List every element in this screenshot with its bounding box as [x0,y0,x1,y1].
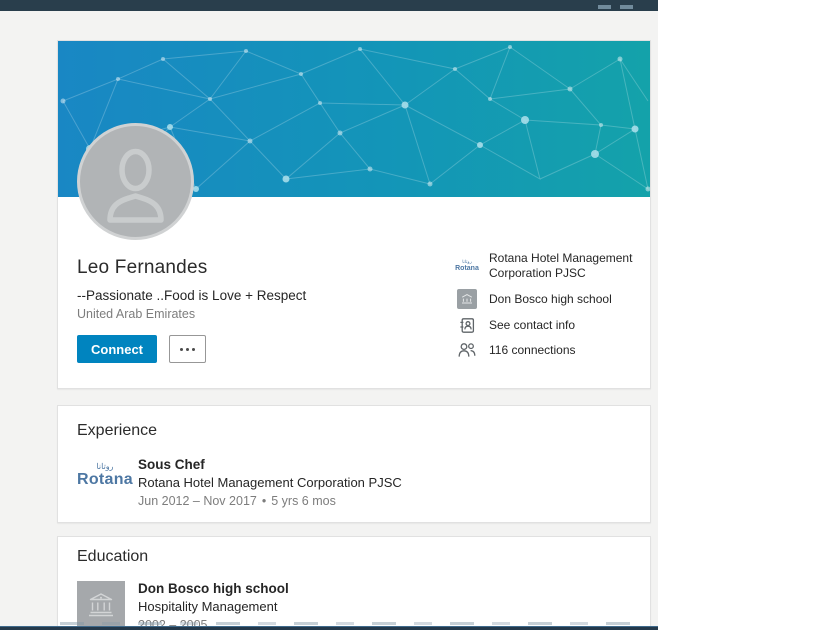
experience-section-title: Experience [77,422,157,440]
highlight-education[interactable]: Don Bosco high school [454,287,634,311]
nav-text-fragment [598,5,611,9]
education-degree: Hospitality Management [138,600,289,614]
profile-intro-card: Leo Fernandes --Passionate ..Food is Lov… [57,40,651,389]
profile-avatar[interactable] [77,123,194,240]
highlight-label: Don Bosco high school [489,292,634,307]
bank-building-icon [86,590,116,620]
education-section-title: Education [77,548,148,566]
experience-role: Sous Chef [138,458,402,472]
highlight-label: Rotana Hotel Management Corporation PJSC [489,251,634,281]
browser-viewport: Leo Fernandes --Passionate ..Food is Lov… [0,0,819,630]
connections-icon [454,342,480,358]
education-section-card: Education Don Bosco high school Hospital… [57,536,651,630]
connect-button[interactable]: Connect [77,335,157,363]
experience-section-card: Experience روتانا Rotana Sous Chef Rotan… [57,405,651,523]
highlight-label: See contact info [489,318,634,333]
profile-actions: Connect [77,335,206,363]
education-school: Don Bosco high school [138,582,289,596]
profile-headline: --Passionate ..Food is Love + Respect [77,288,306,303]
rotana-logo-icon: روتانا Rotana [454,260,480,273]
rotana-company-logo[interactable]: روتانا Rotana [74,463,136,488]
experience-entry[interactable]: Sous Chef Rotana Hotel Management Corpor… [138,458,402,508]
experience-dates: Jun 2012 – Nov 2017•5 yrs 6 mos [138,494,402,508]
ellipsis-icon [180,348,183,351]
profile-location: United Arab Emirates [77,307,195,321]
highlight-contact-info[interactable]: See contact info [454,313,634,337]
highlight-label: 116 connections [489,343,634,358]
bottom-bar-cutoff [0,626,658,630]
linkedin-page: Leo Fernandes --Passionate ..Food is Lov… [0,0,658,630]
nav-text-fragment [620,5,633,9]
school-icon [454,289,480,309]
contact-card-icon [454,317,480,334]
profile-name: Leo Fernandes [77,257,207,279]
more-options-button[interactable] [169,335,206,363]
person-silhouette-icon [80,126,191,237]
highlight-connections[interactable]: 116 connections [454,338,634,362]
experience-company: Rotana Hotel Management Corporation PJSC [138,476,402,490]
footer-text-fragments [60,622,645,625]
top-nav-bar-cutoff [0,0,658,11]
highlight-current-company[interactable]: روتانا Rotana Rotana Hotel Management Co… [454,249,634,283]
